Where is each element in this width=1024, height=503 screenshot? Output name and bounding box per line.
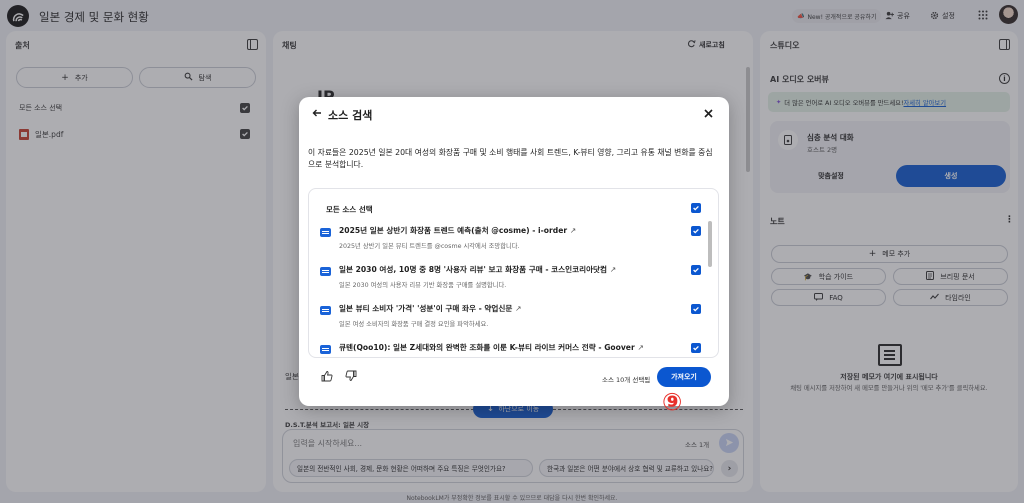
select-all-label: 모든 소스 선택	[326, 205, 373, 214]
item-sub: 일본 여성 소비자의 화장품 구매 결정 요인을 파악하세요.	[339, 321, 489, 328]
dialog-title: 소스 검색	[328, 109, 373, 122]
selected-count: 소스 10개 선택됨	[602, 376, 651, 384]
import-label: 가져오기	[671, 373, 697, 381]
web-source-icon	[320, 306, 331, 315]
step-annotation: ⑨	[662, 388, 683, 416]
source-list-box: 모든 소스 선택 2025년 일본 상반기 화장품 트렌드 예측(출처 @cos…	[308, 188, 719, 358]
list-item[interactable]: 큐텐(Qoo10): 일본 Z세대와의 완벽한 조화를 이룬 K-뷰티 라이브 …	[320, 342, 705, 357]
open-link-icon[interactable]: ↗	[515, 304, 521, 313]
item-title: 일본 2030 여성, 10명 중 8명 '사용자 리뷰' 보고 화장품 구매 …	[339, 265, 608, 274]
item-title: 2025년 일본 상반기 화장품 트렌드 예측(출처 @cosme) - i-o…	[339, 226, 568, 235]
list-item[interactable]: 일본 2030 여성, 10명 중 8명 '사용자 리뷰' 보고 화장품 구매 …	[320, 264, 705, 294]
item-checkbox[interactable]	[691, 343, 701, 353]
back-arrow-icon[interactable]	[312, 108, 322, 120]
item-checkbox[interactable]	[691, 265, 701, 275]
item-title: 큐텐(Qoo10): 일본 Z세대와의 완벽한 조화를 이룬 K-뷰티 라이브 …	[339, 343, 635, 352]
dialog-description: 이 자료들은 2025년 일본 20대 여성의 화장품 구매 및 소비 행태를 …	[308, 148, 713, 169]
list-item[interactable]: 일본 뷰티 소비자 '가격' '성분'이 구매 좌우 - 약업신문 ↗ 일본 여…	[320, 303, 705, 333]
item-sub: 일본 2030 여성의 사용자 리뷰 기반 화장품 구매를 설명합니다.	[339, 282, 507, 289]
close-icon[interactable]	[704, 109, 713, 120]
thumb-up-icon[interactable]	[321, 370, 333, 384]
item-title: 일본 뷰티 소비자 '가격' '성분'이 구매 좌우 - 약업신문	[339, 304, 513, 313]
item-checkbox[interactable]	[691, 226, 701, 236]
import-button[interactable]: 가져오기	[657, 367, 711, 387]
web-source-icon	[320, 267, 331, 276]
item-sub: 2025년 상반기 일본 뷰티 트렌드를 @cosme 시각에서 조망합니다.	[339, 243, 520, 250]
item-checkbox[interactable]	[691, 304, 701, 314]
list-item[interactable]: 2025년 일본 상반기 화장품 트렌드 예측(출처 @cosme) - i-o…	[320, 225, 705, 255]
web-source-icon	[320, 228, 331, 237]
select-all-checkbox[interactable]	[691, 203, 701, 213]
list-scrollbar[interactable]	[708, 221, 712, 267]
open-link-icon[interactable]: ↗	[637, 343, 643, 352]
web-source-icon	[320, 345, 331, 354]
open-link-icon[interactable]: ↗	[570, 226, 576, 235]
thumb-down-icon[interactable]	[345, 370, 357, 384]
open-link-icon[interactable]: ↗	[610, 265, 616, 274]
source-search-dialog: 소스 검색 이 자료들은 2025년 일본 20대 여성의 화장품 구매 및 소…	[299, 97, 729, 415]
